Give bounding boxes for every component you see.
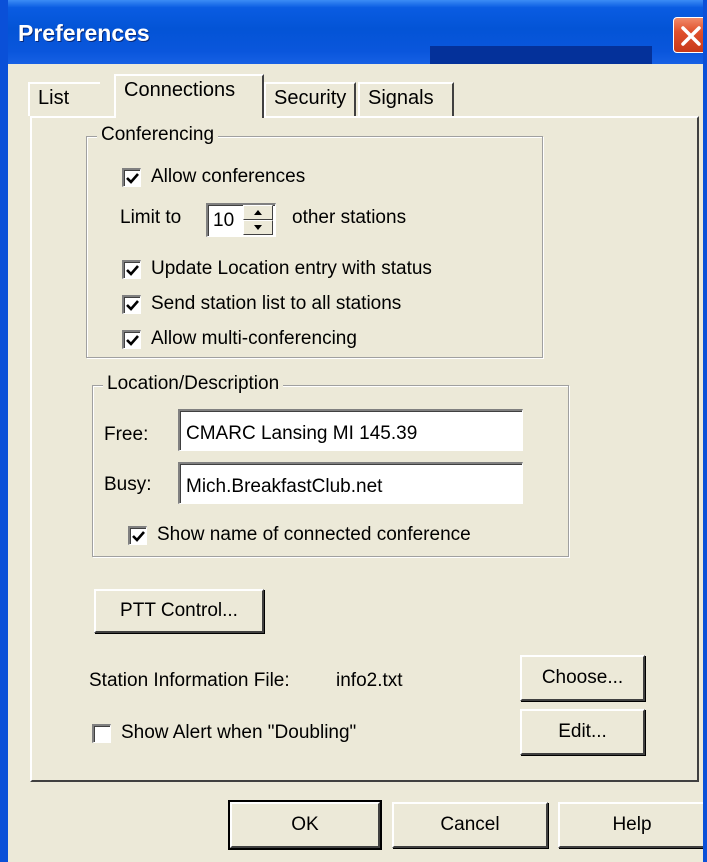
tab-connections-label: Connections [124, 79, 236, 101]
checkmark-icon [126, 172, 139, 184]
doubling-label: Show Alert when "Doubling" [121, 722, 357, 743]
help-button[interactable]: Help [558, 802, 703, 848]
edit-label: Edit... [558, 721, 607, 742]
checkmark-icon [126, 299, 139, 311]
ptt-control-label: PTT Control... [120, 600, 238, 621]
ptt-control-button[interactable]: PTT Control... [94, 589, 264, 633]
busy-input[interactable] [178, 462, 523, 504]
show-name-checkbox[interactable] [128, 525, 147, 545]
update-location-label: Update Location entry with status [151, 258, 432, 279]
limit-prefix-label: Limit to [120, 207, 182, 228]
arrow-up-icon [254, 210, 262, 215]
close-button[interactable] [673, 17, 703, 53]
tab-signals-label: Signals [368, 87, 434, 109]
show-name-row[interactable]: Show name of connected conference [128, 524, 471, 546]
choose-button[interactable]: Choose... [520, 655, 645, 701]
update-location-checkbox[interactable] [122, 259, 141, 279]
conferencing-legend: Conferencing [97, 124, 219, 146]
edit-button[interactable]: Edit... [520, 709, 645, 755]
update-location-row[interactable]: Update Location entry with status [122, 258, 432, 280]
cancel-label: Cancel [440, 814, 500, 835]
limit-stepper[interactable]: 10 [206, 203, 276, 237]
send-station-list-row[interactable]: Send station list to all stations [122, 293, 401, 315]
tab-list-label: List [38, 87, 70, 109]
allow-conferences-row[interactable]: Allow conferences [122, 166, 305, 188]
checkmark-icon [132, 530, 145, 542]
allow-conferences-label: Allow conferences [151, 166, 306, 187]
free-input[interactable] [178, 409, 523, 451]
send-station-list-label: Send station list to all stations [151, 293, 402, 314]
limit-increment-button[interactable] [243, 205, 273, 220]
show-name-label: Show name of connected conference [157, 524, 471, 545]
tab-connections[interactable]: Connections [114, 74, 264, 118]
title-bar[interactable]: Preferences [8, 0, 703, 64]
title-bar-shade [430, 46, 652, 64]
tab-list[interactable]: List [28, 82, 100, 116]
limit-value[interactable]: 10 [213, 210, 234, 232]
checkmark-icon [126, 264, 139, 276]
ok-button[interactable]: OK [228, 800, 382, 850]
busy-label: Busy: [104, 474, 152, 495]
send-station-list-checkbox[interactable] [122, 294, 141, 314]
choose-label: Choose... [541, 667, 624, 688]
arrow-down-icon [254, 225, 262, 230]
checkmark-icon [126, 334, 139, 346]
allow-conferences-checkbox[interactable] [122, 167, 141, 187]
ok-label: OK [291, 814, 319, 835]
free-label: Free: [104, 424, 149, 445]
multi-conferencing-row[interactable]: Allow multi-conferencing [122, 328, 357, 350]
preferences-window: Preferences List Connections Security Si… [0, 0, 707, 862]
tab-security-label: Security [274, 87, 347, 109]
tab-security[interactable]: Security [264, 82, 356, 116]
window-title: Preferences [18, 20, 150, 46]
tab-signals[interactable]: Signals [358, 82, 454, 116]
doubling-row[interactable]: Show Alert when "Doubling" [92, 722, 356, 744]
station-info-filename: info2.txt [336, 670, 403, 691]
station-info-label: Station Information File: [89, 670, 290, 691]
multi-conferencing-label: Allow multi-conferencing [151, 328, 357, 349]
doubling-checkbox[interactable] [92, 723, 111, 743]
location-legend: Location/Description [103, 373, 284, 395]
help-label: Help [612, 814, 652, 835]
limit-decrement-button[interactable] [243, 220, 273, 235]
close-icon [681, 26, 701, 46]
cancel-button[interactable]: Cancel [392, 802, 548, 848]
multi-conferencing-checkbox[interactable] [122, 329, 141, 349]
limit-suffix-label: other stations [292, 207, 407, 228]
